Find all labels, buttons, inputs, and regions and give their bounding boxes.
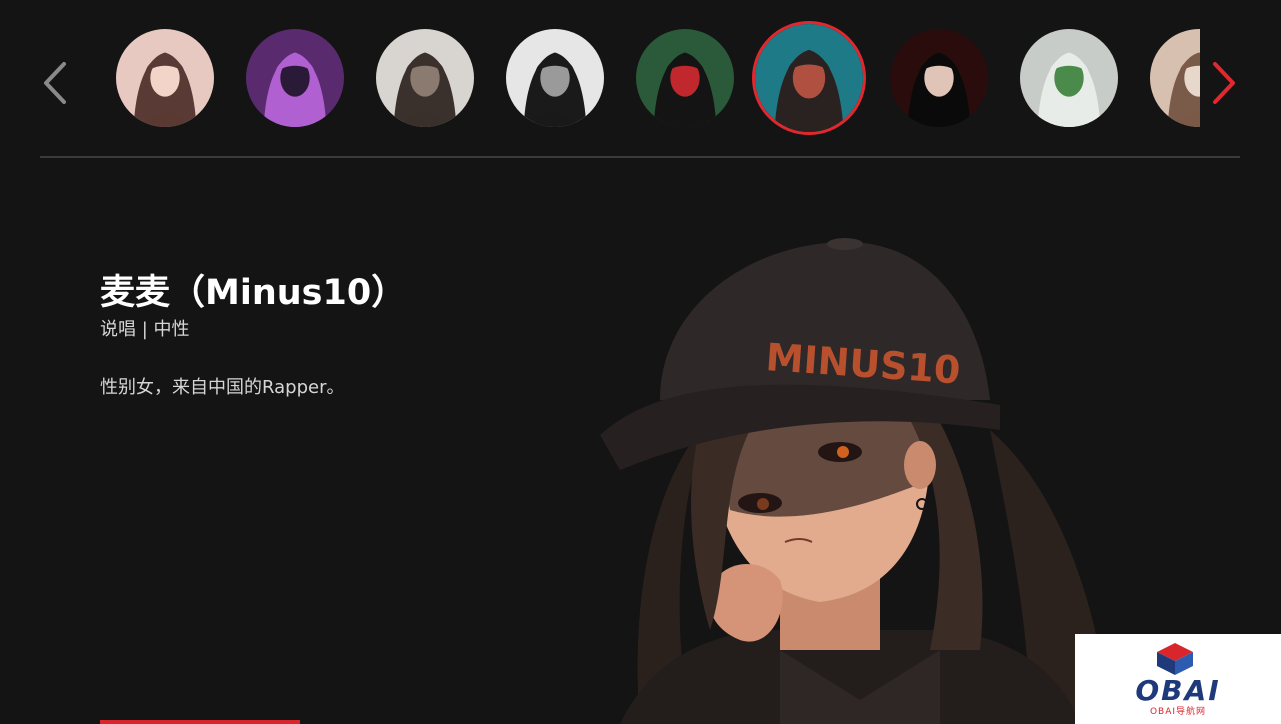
character-description: 性别女，来自中国的Rapper。 bbox=[100, 377, 345, 398]
carousel-avatar-6-selected[interactable] bbox=[752, 21, 866, 135]
carousel-divider bbox=[40, 156, 1240, 158]
character-carousel bbox=[0, 0, 1281, 158]
avatar-portrait-icon bbox=[1020, 29, 1118, 127]
avatar-portrait-icon bbox=[755, 24, 863, 132]
carousel-avatar-9[interactable] bbox=[1150, 29, 1200, 127]
carousel-avatar-5[interactable] bbox=[636, 29, 734, 127]
character-tags: 说唱 | 中性 bbox=[100, 319, 190, 340]
chevron-right-icon bbox=[1213, 62, 1235, 104]
page: 麦麦（Minus10） 说唱 | 中性 性别女，来自中国的Rapper。 MIN… bbox=[0, 0, 1281, 724]
carousel-avatar-3[interactable] bbox=[376, 29, 474, 127]
active-indicator-bar bbox=[100, 720, 300, 724]
avatar-portrait-icon bbox=[1150, 29, 1200, 127]
carousel-avatar-7[interactable] bbox=[890, 29, 988, 127]
avatar-portrait-icon bbox=[890, 29, 988, 127]
avatar-portrait-icon bbox=[376, 29, 474, 127]
chevron-left-icon bbox=[44, 62, 66, 104]
cube-logo-icon bbox=[1157, 643, 1193, 675]
character-portrait: MINUS10 bbox=[560, 230, 1160, 724]
carousel-avatar-4[interactable] bbox=[506, 29, 604, 127]
logo-text: OBAI bbox=[1135, 674, 1221, 707]
carousel-prev-button[interactable] bbox=[40, 58, 70, 108]
carousel-next-button[interactable] bbox=[1209, 58, 1239, 108]
character-name: 麦麦（Minus10） bbox=[100, 273, 407, 313]
carousel-avatar-2[interactable] bbox=[246, 29, 344, 127]
avatar-portrait-icon bbox=[246, 29, 344, 127]
avatar-portrait-icon bbox=[636, 29, 734, 127]
avatar-track bbox=[100, 0, 1200, 158]
logo-subtitle: OBAI导航网 bbox=[1149, 707, 1207, 717]
avatar-portrait-icon bbox=[506, 29, 604, 127]
avatar-portrait-icon bbox=[116, 29, 214, 127]
carousel-avatar-8[interactable] bbox=[1020, 29, 1118, 127]
carousel-avatar-1[interactable] bbox=[116, 29, 214, 127]
obai-logo[interactable]: OBAI OBAI导航网 bbox=[1075, 634, 1281, 724]
